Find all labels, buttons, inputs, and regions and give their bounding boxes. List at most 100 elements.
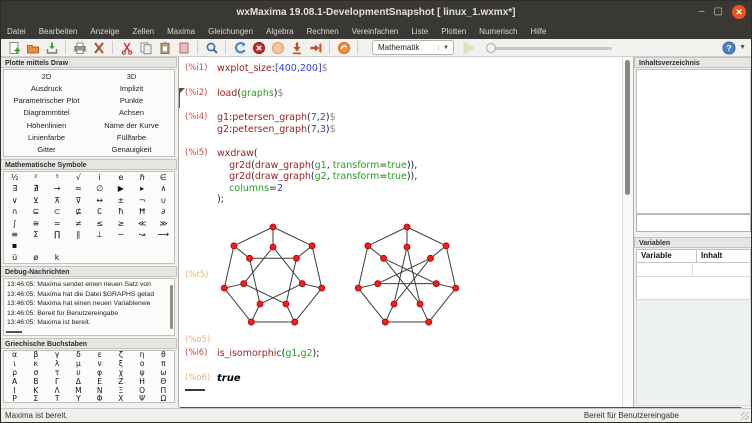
symbol-button[interactable]: ħ <box>110 206 131 217</box>
restart-maxima-icon[interactable] <box>232 40 247 55</box>
copy-icon[interactable] <box>138 40 153 55</box>
evaluate-rest-icon[interactable] <box>308 40 323 55</box>
symbol-button[interactable]: ⊥ <box>89 229 110 240</box>
slider-handle[interactable] <box>486 43 496 53</box>
greek-letter-button[interactable]: Y <box>68 395 89 403</box>
minimize-icon[interactable]: – <box>699 7 705 17</box>
cell-bracket[interactable] <box>179 88 185 108</box>
symbol-button[interactable]: ∏ <box>47 229 68 240</box>
draw-button-ausdruck[interactable]: Ausdruck <box>4 82 89 94</box>
cell-i2[interactable]: (%i2)load(graphs)$ <box>185 88 623 100</box>
mode-dropdown[interactable]: Mathematik ▼ <box>372 40 454 55</box>
draw-button-name-der-kurve[interactable]: Name der Kurve <box>89 119 174 131</box>
symbol-button[interactable]: ≫ <box>153 218 174 229</box>
symbol-button[interactable]: Ħ <box>132 206 153 217</box>
symbol-button[interactable]: ≪ <box>132 218 153 229</box>
cell-content[interactable]: is_isomorphic(g1,g2); <box>217 348 319 360</box>
draw-button-parametrischer-plot[interactable]: Parametrischer Plot <box>4 95 89 107</box>
animation-slider[interactable] <box>486 41 612 55</box>
draw-button-punkte[interactable]: Punkte <box>89 95 174 107</box>
variables-table[interactable]: Variable Inhalt <box>636 249 751 301</box>
symbol-button[interactable]: ³ <box>47 172 68 183</box>
cell-content[interactable]: g1:petersen_graph(7,2)$g2:petersen_graph… <box>217 112 336 135</box>
symbol-button[interactable]: ⊽ <box>68 195 89 206</box>
menu-item-bearbeiten[interactable]: Bearbeiten <box>39 27 78 36</box>
symbol-button[interactable]: ≈ <box>68 183 89 194</box>
symbol-button[interactable]: ½ <box>4 172 25 183</box>
symbol-button[interactable]: ∁ <box>89 206 110 217</box>
menu-item-gleichungen[interactable]: Gleichungen <box>208 27 253 36</box>
open-icon[interactable] <box>25 40 40 55</box>
help-icon[interactable]: ? <box>721 40 736 55</box>
symbol-button[interactable]: ∈ <box>153 172 174 183</box>
symbol-button[interactable]: ⟶ <box>153 229 174 240</box>
symbol-button[interactable]: ∨ <box>4 195 25 206</box>
configure-icon[interactable] <box>91 40 106 55</box>
symbol-button[interactable]: ⊼ <box>47 195 68 206</box>
greek-letter-button[interactable]: P <box>4 395 25 403</box>
draw-button-2d[interactable]: 2D <box>4 70 89 82</box>
symbol-button[interactable]: ≤ <box>89 218 110 229</box>
menu-item-anzeige[interactable]: Anzeige <box>90 27 119 36</box>
draw-button-diagrammtitel[interactable]: Diagrammtitel <box>4 107 89 119</box>
symbol-button[interactable]: ü <box>4 252 25 263</box>
draw-panel-caption[interactable]: Plotte mittels Draw <box>1 57 177 68</box>
symbol-button[interactable]: → <box>47 183 68 194</box>
evaluate-queue-icon[interactable] <box>270 40 285 55</box>
toc-filter-input[interactable] <box>636 214 751 232</box>
chevron-down-icon[interactable]: ▼ <box>438 45 453 51</box>
toc-list[interactable] <box>636 69 751 214</box>
draw-button-linienfarbe[interactable]: Linienfarbe <box>4 131 89 143</box>
menu-item-datei[interactable]: Datei <box>7 27 26 36</box>
slider-track[interactable] <box>486 47 612 50</box>
new-document-icon[interactable] <box>6 40 21 55</box>
symbol-button[interactable]: ≠ <box>68 218 89 229</box>
title-bar[interactable]: wxMaxima 19.08.1-DevelopmentSnapshot [ l… <box>1 1 751 23</box>
symbol-button[interactable]: ∂ <box>153 206 174 217</box>
debug-vertical-scrollbar[interactable] <box>170 285 173 329</box>
follow-icon[interactable] <box>336 40 351 55</box>
symbol-button[interactable]: ∫ <box>4 218 25 229</box>
draw-button-gitter[interactable]: Gitter <box>4 144 89 156</box>
symbol-button[interactable]: ∅ <box>89 183 110 194</box>
menu-item-liste[interactable]: Liste <box>411 27 428 36</box>
symbol-button[interactable]: ▪ <box>4 240 25 251</box>
symbol-button[interactable]: ² <box>25 172 46 183</box>
debug-log[interactable]: 13:46:05: Maxima sendet einen neuen Satz… <box>4 279 174 329</box>
evaluate-till-here-icon[interactable] <box>289 40 304 55</box>
cell-content[interactable]: true <box>217 373 241 385</box>
symbol-button[interactable]: ∃ <box>4 183 25 194</box>
cell-o6[interactable]: (%o6)true <box>185 373 623 385</box>
menu-item-maxima[interactable]: Maxima <box>167 27 195 36</box>
draw-button-achsen[interactable]: Achsen <box>89 107 174 119</box>
cell-i6[interactable]: (%i6)is_isomorphic(g1,g2); <box>185 348 623 360</box>
symbol-button[interactable]: ¬ <box>132 195 153 206</box>
insertion-cursor[interactable] <box>185 389 205 391</box>
print-icon[interactable] <box>72 40 87 55</box>
draw-button-3d[interactable]: 3D <box>89 70 174 82</box>
cell-i5[interactable]: (%i5)wxdraw( gr2d(draw_graph(g1, transfo… <box>185 148 623 206</box>
cell-content[interactable] <box>217 219 463 333</box>
symbol-button[interactable]: ℏ <box>132 172 153 183</box>
symbol-button[interactable]: ≃ <box>47 218 68 229</box>
greek-letters-panel-caption[interactable]: Griechische Buchstaben <box>1 338 177 349</box>
debug-horizontal-scrollbar[interactable] <box>6 331 22 333</box>
symbol-button[interactable]: ∄ <box>25 183 46 194</box>
save-icon[interactable] <box>44 40 59 55</box>
variables-panel-caption[interactable]: Variablen <box>634 237 752 248</box>
greek-letter-button[interactable]: Ψ <box>132 395 153 403</box>
cell-i1[interactable]: (%i1)wxplot_size:[400,200]$ <box>185 63 623 75</box>
symbol-button[interactable]: ▶ <box>110 183 131 194</box>
symbol-button[interactable]: ⊻ <box>25 195 46 206</box>
symbol-button[interactable]: ↝ <box>132 229 153 240</box>
symbol-button[interactable]: ∥ <box>68 229 89 240</box>
cut-icon[interactable] <box>119 40 134 55</box>
greek-letter-button[interactable]: Σ <box>25 395 46 403</box>
symbol-button[interactable]: ± <box>110 195 131 206</box>
variables-column-inhalt[interactable]: Inhalt <box>697 250 750 262</box>
draw-button-genauigkeit[interactable]: Genauigkeit <box>89 144 174 156</box>
play-animation-icon[interactable] <box>464 42 474 54</box>
symbol-button[interactable]: ∼ <box>110 229 131 240</box>
cell-cursor[interactable] <box>185 386 623 391</box>
main-vertical-scrollbar-thumb[interactable] <box>625 60 630 195</box>
